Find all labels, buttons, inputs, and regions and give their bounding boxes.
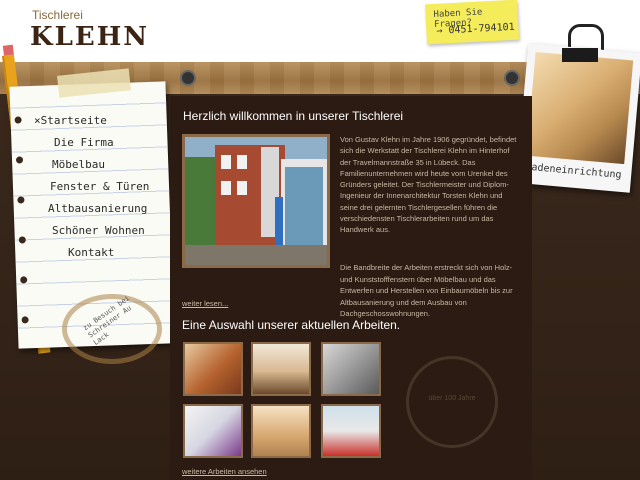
nav-item-altbausanierung[interactable]: Altbausanierung: [34, 202, 174, 224]
main-navigation: ×Startseite Die Firma Möbelbau Fenster &…: [34, 114, 174, 268]
workshop-photo: [182, 134, 330, 268]
work-thumbnail[interactable]: [183, 404, 243, 458]
more-works-link[interactable]: weitere Arbeiten ansehen: [182, 467, 267, 476]
work-thumbnail[interactable]: [321, 342, 381, 396]
stamp-text: über 100 Jahre: [428, 395, 476, 402]
polaroid-caption: Ladeneinrichtung: [525, 161, 622, 181]
nav-item-moebelbau[interactable]: Möbelbau: [34, 158, 174, 180]
work-thumbnail[interactable]: [251, 342, 311, 396]
hole-icon: [17, 196, 25, 204]
range-paragraph-text: Die Bandbreite der Arbeiten erstreckt si…: [340, 263, 513, 319]
logo[interactable]: KLEHN: [30, 22, 149, 52]
nav-item-die-firma[interactable]: Die Firma: [34, 136, 174, 158]
building-image: [185, 137, 327, 265]
anniversary-stamp: über 100 Jahre: [406, 356, 498, 448]
range-paragraph: Die Bandbreite der Arbeiten erstreckt si…: [182, 262, 522, 320]
logo-subtitle: Tischlerei: [32, 8, 83, 22]
work-thumbnail[interactable]: [251, 404, 311, 458]
hole-icon: [18, 236, 26, 244]
work-thumbnail[interactable]: [183, 342, 243, 396]
hole-icon: [15, 156, 24, 164]
hole-icon: [21, 316, 29, 324]
read-more-link[interactable]: weiter lesen...: [182, 299, 228, 308]
shop-fitting-photo: [526, 51, 634, 165]
hole-icon: [14, 116, 22, 124]
binder-clip-body: [562, 48, 598, 62]
page-title: Herzlich willkommen in unserer Tischlere…: [183, 109, 404, 123]
nav-item-fenster-tueren[interactable]: Fenster & Türen: [34, 180, 174, 202]
contact-sticky-note: Haben Sie Fragen? → 0451-794101: [425, 0, 519, 45]
nav-item-schoener-wohnen[interactable]: Schöner Wohnen: [34, 224, 174, 246]
works-heading: Eine Auswahl unserer aktuellen Arbeiten.: [182, 318, 401, 332]
intro-paragraph: Von Gustav Klehn im Jahre 1906 gegründet…: [340, 135, 517, 235]
screw-icon: [504, 70, 520, 86]
screw-icon: [180, 70, 196, 86]
polaroid-photo[interactable]: Ladeneinrichtung: [516, 43, 640, 193]
work-thumbnail[interactable]: [321, 404, 381, 458]
nav-item-kontakt[interactable]: Kontakt: [34, 246, 174, 268]
hole-icon: [20, 276, 28, 284]
nav-item-startseite[interactable]: ×Startseite: [34, 114, 174, 136]
